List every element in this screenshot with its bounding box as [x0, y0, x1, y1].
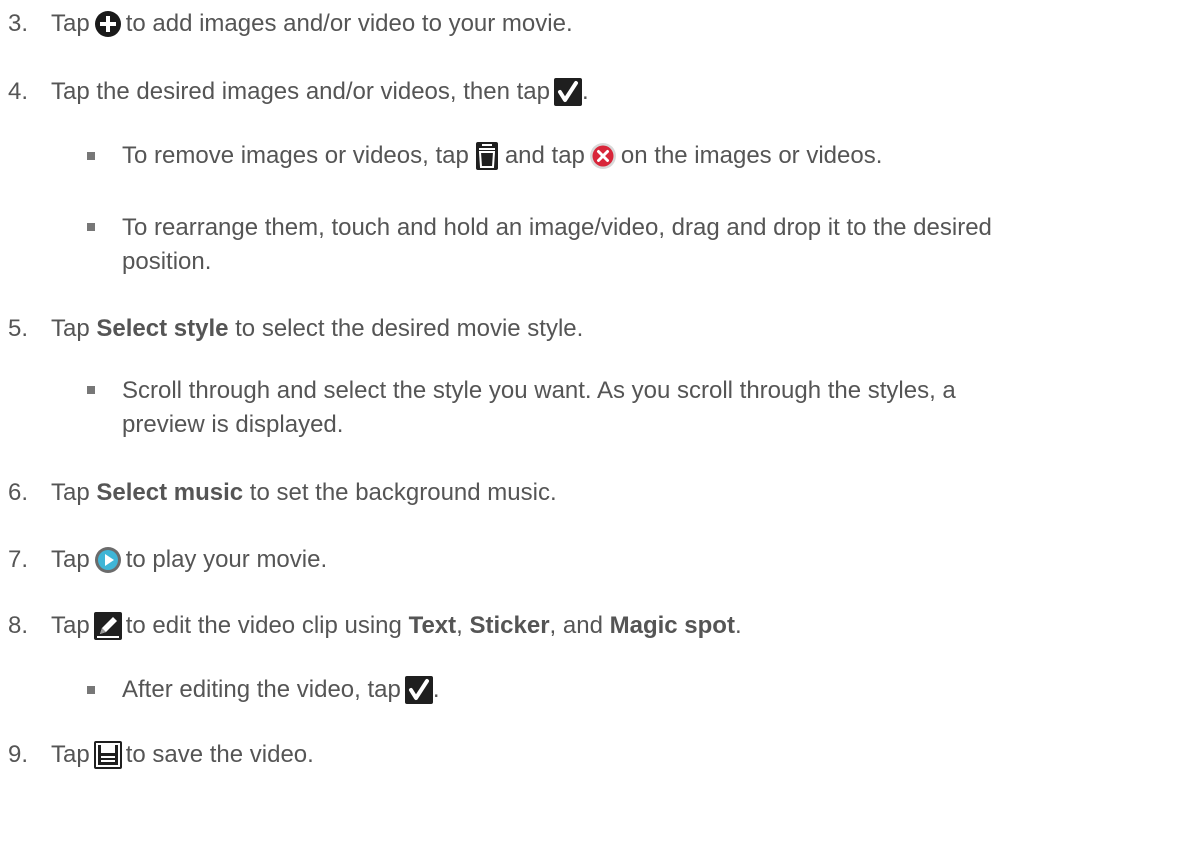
pencil-icon: [93, 612, 122, 640]
step-text-pre: Tap the desired images and/or videos, th…: [51, 78, 550, 105]
checkmark-icon: [553, 78, 582, 106]
sub-step-text-post: .: [432, 676, 440, 703]
sub-step-text-pre: After editing the video, tap: [122, 676, 401, 703]
sub-step-line-1: To rearrange them, touch and hold an ima…: [122, 214, 992, 241]
sub-step-text: After editing the video, tap .: [122, 674, 440, 706]
step-text: Tap to edit the video clip using Text, S…: [51, 610, 742, 642]
step-number: 4.: [8, 78, 29, 105]
step-text-pre: Tap: [51, 315, 90, 342]
instruction-document: 3. Tap to add images and/or video to you…: [0, 0, 1177, 844]
checkmark-icon: [404, 676, 433, 704]
sticker-option-label: Sticker: [469, 612, 550, 639]
step-text-and: , and: [549, 612, 603, 639]
step-number: 7.: [8, 546, 29, 573]
sub-step-text: To rearrange them, touch and hold an ima…: [122, 211, 1162, 279]
sub-step-text: To remove images or videos, tap and tap …: [122, 140, 882, 172]
step-text: Tap the desired images and/or videos, th…: [51, 76, 589, 108]
step-text: Tap Select style to select the desired m…: [51, 313, 583, 345]
step-text-post: to play your movie.: [125, 546, 328, 573]
save-icon: [93, 741, 122, 769]
select-style-label: Select style: [96, 315, 229, 342]
sub-step-text: Scroll through and select the style you …: [122, 374, 1162, 442]
step-text-post: to add images and/or video to your movie…: [125, 10, 573, 37]
step-text: Tap Select music to set the background m…: [51, 477, 557, 509]
step-text-post: to save the video.: [125, 741, 314, 768]
play-icon: [94, 546, 122, 574]
step-text-pre: Tap: [51, 479, 90, 506]
bullet: [87, 152, 95, 160]
step-text-post: to set the background music.: [249, 479, 557, 506]
plus-circle-icon: [94, 10, 122, 38]
sub-step-text-post: on the images or videos.: [620, 142, 883, 169]
step-text-pre: Tap: [51, 612, 90, 639]
step-text: Tap to add images and/or video to your m…: [51, 8, 573, 40]
step-number: 5.: [8, 315, 29, 342]
step-number: 3.: [8, 10, 29, 37]
select-music-label: Select music: [96, 479, 244, 506]
step-number: 6.: [8, 479, 29, 506]
step-text: Tap to play your movie.: [51, 544, 327, 576]
step-text-post: .: [734, 612, 742, 639]
step-text-pre: Tap: [51, 741, 90, 768]
step-text-pre: Tap: [51, 546, 90, 573]
step-text-mid: to edit the video clip using: [125, 612, 402, 639]
sub-step-text-mid: and tap: [504, 142, 585, 169]
step-number: 9.: [8, 741, 29, 768]
step-number: 8.: [8, 612, 29, 639]
sub-step-line-2: position.: [122, 248, 212, 275]
step-text: Tap to save the video.: [51, 739, 314, 771]
sub-step-line-2: preview is displayed.: [122, 411, 344, 438]
step-text-post: .: [581, 78, 589, 105]
text-option-label: Text: [408, 612, 457, 639]
trash-icon: [473, 142, 501, 170]
magic-spot-option-label: Magic spot: [609, 612, 735, 639]
bullet: [87, 686, 95, 694]
sub-step-line-1: Scroll through and select the style you …: [122, 377, 956, 404]
bullet: [87, 223, 95, 231]
sub-step-text-pre: To remove images or videos, tap: [122, 142, 469, 169]
bullet: [87, 386, 95, 394]
step-text-post: to select the desired movie style.: [235, 315, 584, 342]
step-text-pre: Tap: [51, 10, 90, 37]
step-text-comma: ,: [456, 612, 463, 639]
remove-x-icon: [589, 142, 617, 170]
